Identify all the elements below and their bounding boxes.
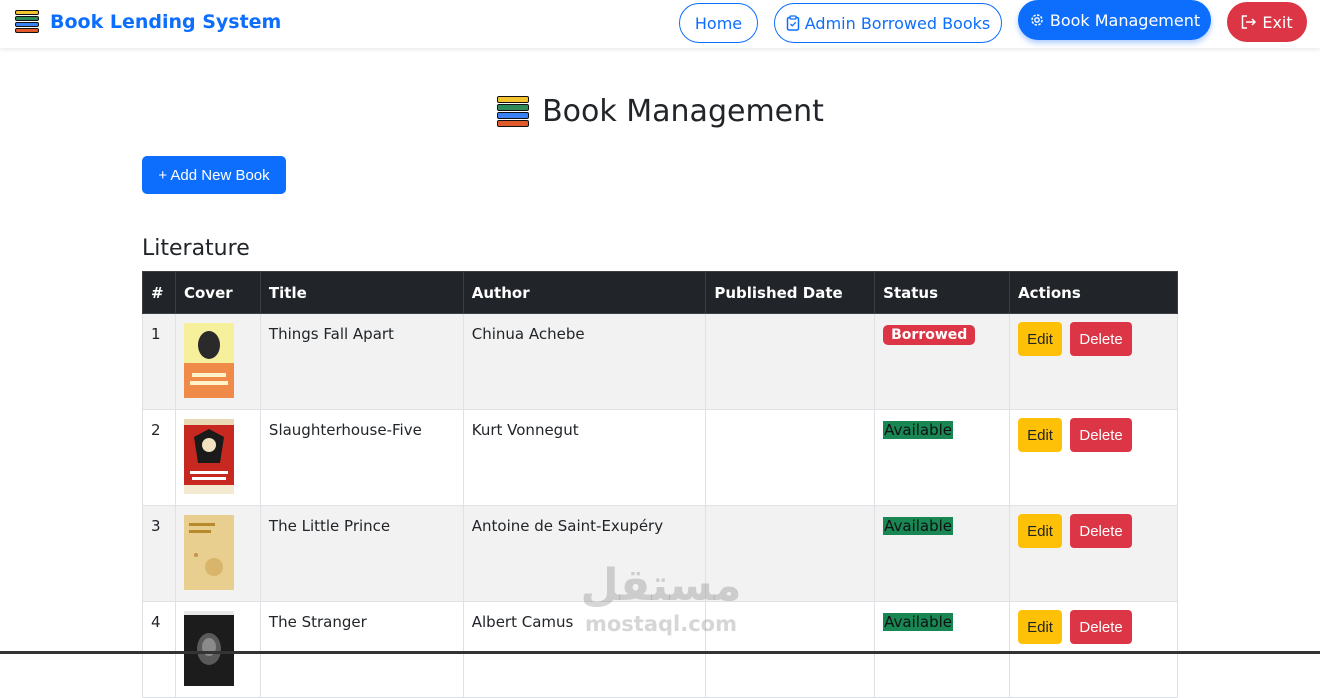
- add-new-book-label: + Add New Book: [158, 166, 270, 184]
- book-management-button[interactable]: Book Management: [1018, 0, 1211, 40]
- actions-cell: Edit Delete: [1009, 505, 1178, 602]
- page-heading: Book Management: [0, 94, 1320, 129]
- col-header-published-date: Published Date: [705, 271, 876, 314]
- exit-label: Exit: [1262, 12, 1293, 32]
- cover-cell: [174, 409, 261, 506]
- home-label: Home: [694, 13, 743, 33]
- book-title: The Stranger: [259, 601, 464, 698]
- watermark: مستقل mostaql.com: [578, 560, 744, 636]
- delete-button[interactable]: Delete: [1070, 418, 1133, 452]
- brand-title: Book Lending System: [50, 11, 282, 33]
- watermark-arabic: مستقل: [580, 560, 742, 611]
- status-badge: Available: [883, 421, 954, 439]
- cover-cell: [174, 313, 261, 410]
- table-row: 2 Slaughterhouse-Five Kurt Vonnegut Avai…: [142, 409, 1178, 506]
- top-navbar: Book Lending System Home Admin Borrowed …: [0, 0, 1320, 48]
- col-header-author: Author: [462, 271, 707, 314]
- col-header-number: #: [142, 271, 176, 314]
- books-stack-icon: [14, 9, 40, 35]
- admin-borrowed-books-button[interactable]: Admin Borrowed Books: [774, 3, 1002, 43]
- published-date: [705, 409, 876, 506]
- edit-button[interactable]: Edit: [1018, 514, 1063, 548]
- clipboard-icon: [786, 15, 799, 31]
- actions-cell: Edit Delete: [1009, 409, 1178, 506]
- book-management-label: Book Management: [1049, 10, 1201, 30]
- actions-cell: Edit Delete: [1009, 313, 1178, 410]
- edit-button[interactable]: Edit: [1018, 322, 1063, 356]
- books-stack-icon: [496, 95, 530, 129]
- book-author: Kurt Vonnegut: [462, 409, 707, 506]
- status-badge: Available: [883, 613, 954, 631]
- home-button[interactable]: Home: [679, 3, 758, 43]
- col-header-actions: Actions: [1009, 271, 1178, 314]
- gear-icon: [1031, 14, 1043, 26]
- published-date: [705, 313, 876, 410]
- status-badge: Borrowed: [883, 325, 976, 345]
- cover-cell: [174, 601, 261, 698]
- edit-button[interactable]: Edit: [1018, 418, 1063, 452]
- row-number: 3: [142, 505, 176, 602]
- col-header-title: Title: [259, 271, 464, 314]
- delete-button[interactable]: Delete: [1070, 610, 1133, 644]
- brand[interactable]: Book Lending System: [14, 9, 281, 35]
- status-cell: Available: [874, 409, 1011, 506]
- exit-icon: [1242, 15, 1257, 29]
- delete-button[interactable]: Delete: [1070, 322, 1133, 356]
- book-cover-image: [183, 323, 234, 398]
- table-header-row: # Cover Title Author Published Date Stat…: [142, 271, 1178, 314]
- status-cell: Borrowed: [874, 313, 1011, 410]
- exit-button[interactable]: Exit: [1227, 2, 1307, 42]
- table-row: 1 Things Fall Apart Chinua Achebe Borrow…: [142, 313, 1178, 410]
- cover-cell: [174, 505, 261, 602]
- row-number: 4: [142, 601, 176, 698]
- page-title: Book Management: [542, 94, 824, 129]
- book-author: Chinua Achebe: [462, 313, 707, 410]
- status-cell: Available: [874, 505, 1011, 602]
- book-cover-image: [183, 611, 234, 686]
- row-number: 1: [142, 313, 176, 410]
- watermark-latin: mostaql.com: [585, 612, 737, 636]
- edit-button[interactable]: Edit: [1018, 610, 1063, 644]
- col-header-cover: Cover: [174, 271, 261, 314]
- delete-button[interactable]: Delete: [1070, 514, 1133, 548]
- admin-borrowed-books-label: Admin Borrowed Books: [804, 13, 991, 33]
- actions-cell: Edit Delete: [1009, 601, 1178, 698]
- col-header-status: Status: [874, 271, 1011, 314]
- row-number: 2: [142, 409, 176, 506]
- book-cover-image: [183, 515, 234, 590]
- status-badge: Available: [883, 517, 954, 535]
- book-title: Things Fall Apart: [259, 313, 464, 410]
- book-title: Slaughterhouse-Five: [259, 409, 464, 506]
- add-new-book-button[interactable]: + Add New Book: [142, 156, 286, 194]
- status-cell: Available: [874, 601, 1011, 698]
- book-cover-image: [183, 419, 234, 494]
- category-title: Literature: [142, 236, 250, 261]
- book-title: The Little Prince: [259, 505, 464, 602]
